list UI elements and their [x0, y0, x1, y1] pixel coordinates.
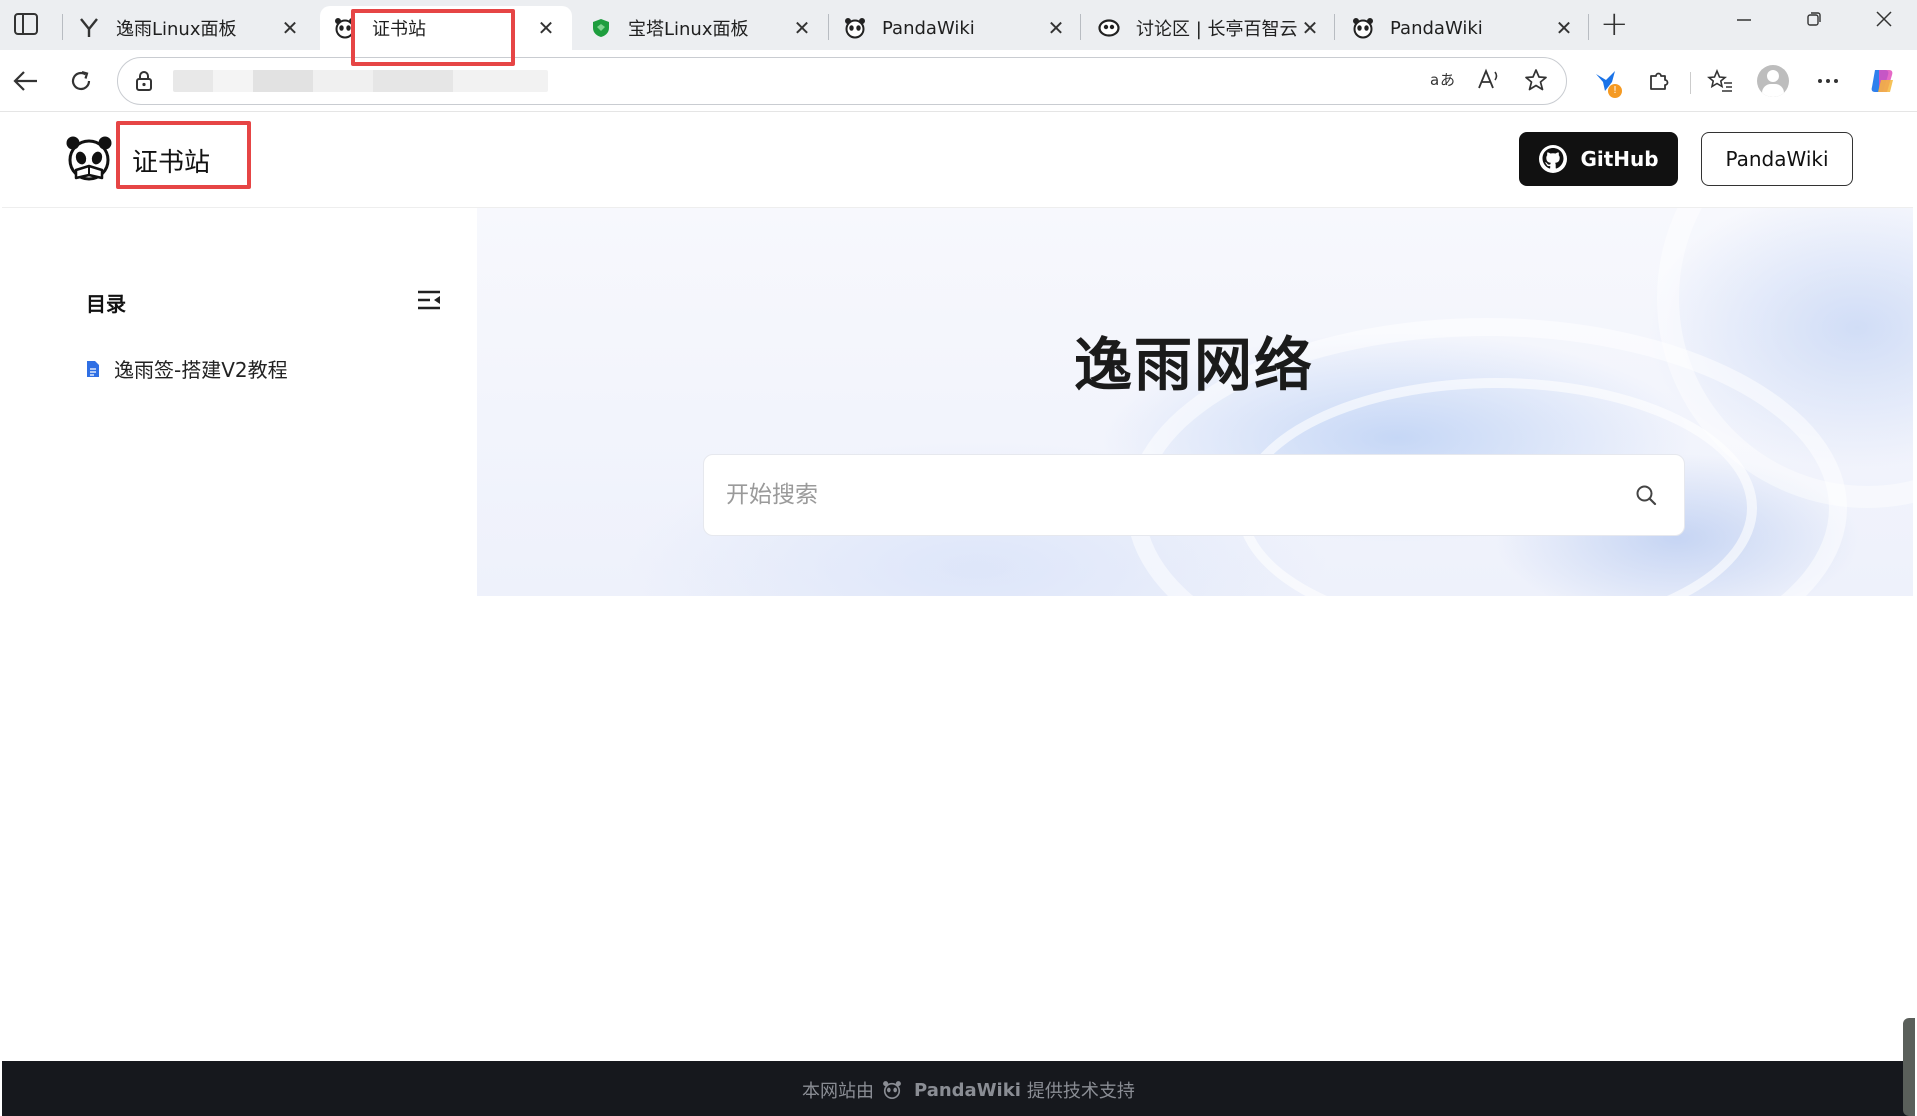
panda-icon — [844, 17, 866, 39]
github-button[interactable]: GitHub — [1519, 132, 1678, 186]
footer-brand-link[interactable]: PandaWiki — [914, 1080, 1021, 1101]
document-icon — [87, 360, 99, 377]
tab-title: PandaWiki — [882, 17, 975, 39]
close-window-icon[interactable] — [1864, 8, 1904, 33]
browser-tab-bar: 逸雨Linux面板 ✕ 证书站 ✕ 宝塔Linux面板 ✕ PandaWiki … — [0, 0, 1917, 50]
favorites-list-icon[interactable] — [1700, 62, 1740, 100]
collapse-menu-icon[interactable] — [416, 288, 442, 312]
close-tab-icon[interactable]: ✕ — [534, 16, 558, 40]
svg-text:あ: あ — [1440, 71, 1455, 89]
toc-title: 目录 — [86, 292, 126, 316]
refresh-icon — [71, 70, 91, 91]
tab-pandawiki-1[interactable]: PandaWiki ✕ — [830, 6, 1082, 50]
site-footer: 本网站由 PandaWiki 提供技术支持 — [2, 1061, 1913, 1116]
tab-title: 讨论区 | 长亭百智云 — [1136, 19, 1298, 40]
restore-icon[interactable] — [1794, 8, 1834, 33]
tab-separator — [1588, 14, 1589, 40]
arrow-left-icon — [13, 71, 37, 91]
footer-credit: 本网站由 PandaWiki 提供技术支持 — [802, 1077, 1135, 1103]
back-button[interactable] — [6, 61, 46, 101]
panda-logo-icon[interactable] — [64, 134, 114, 182]
footer-suffix: 提供技术支持 — [1026, 1081, 1135, 1102]
shield-green-icon — [590, 17, 612, 39]
close-tab-icon[interactable]: ✕ — [790, 16, 814, 40]
minimize-icon[interactable] — [1724, 8, 1764, 33]
search-input[interactable] — [726, 455, 1606, 535]
url-text-blurred[interactable] — [173, 70, 548, 92]
y-logo-icon — [78, 17, 100, 39]
profile-avatar-button[interactable] — [1753, 62, 1793, 100]
translate-icon[interactable]: aあ — [1428, 68, 1458, 96]
more-menu-icon[interactable] — [1808, 62, 1848, 100]
pandawiki-label: PandaWiki — [1725, 147, 1829, 171]
address-bar[interactable]: aあ — [117, 57, 1567, 105]
tab-separator — [1080, 14, 1081, 40]
hero-banner: 逸雨网络 — [477, 208, 1913, 596]
site-header: 证书站 GitHub PandaWiki — [2, 112, 1913, 208]
hero-title: 逸雨网络 — [1074, 331, 1315, 399]
tab-title: 宝塔Linux面板 — [628, 19, 749, 40]
browser-toolbar: aあ ! — [0, 50, 1917, 112]
search-icon[interactable] — [1634, 483, 1658, 507]
search-box[interactable] — [703, 454, 1685, 536]
close-tab-icon[interactable]: ✕ — [1298, 16, 1322, 40]
tab-yiyu-linux[interactable]: 逸雨Linux面板 ✕ — [64, 6, 316, 50]
read-aloud-icon[interactable] — [1474, 68, 1504, 96]
scrollbar-thumb[interactable] — [1903, 1018, 1915, 1116]
tab-zhengshuzhan[interactable]: 证书站 ✕ — [320, 6, 572, 50]
avatar — [1757, 65, 1789, 97]
tab-separator — [1334, 14, 1335, 40]
panda-icon — [883, 1081, 901, 1099]
site-name[interactable]: 证书站 — [132, 142, 210, 179]
tab-separator — [828, 14, 829, 40]
lock-icon[interactable] — [134, 70, 154, 92]
favorite-star-icon[interactable] — [1521, 68, 1551, 98]
tab-discussion[interactable]: 讨论区 | 长亭百智云 ✕ — [1084, 6, 1336, 50]
github-label: GitHub — [1580, 147, 1659, 171]
footer-prefix: 本网站由 — [802, 1081, 874, 1102]
extensions-puzzle-icon[interactable] — [1639, 62, 1679, 100]
notification-badge: ! — [1608, 84, 1622, 98]
close-tab-icon[interactable]: ✕ — [1552, 16, 1576, 40]
refresh-button[interactable] — [61, 61, 101, 101]
pandawiki-button[interactable]: PandaWiki — [1701, 132, 1853, 186]
tab-baota[interactable]: 宝塔Linux面板 ✕ — [576, 6, 828, 50]
tab-separator — [62, 14, 63, 40]
new-tab-button[interactable]: + — [1600, 4, 1629, 44]
github-icon — [1539, 145, 1568, 173]
close-tab-icon[interactable]: ✕ — [1044, 16, 1068, 40]
vertical-tabs-icon[interactable] — [14, 13, 38, 35]
tab-title: PandaWiki — [1390, 17, 1483, 39]
toolbar-separator — [1690, 72, 1691, 94]
tab-title: 逸雨Linux面板 — [116, 19, 237, 40]
copilot-icon[interactable] — [1862, 62, 1902, 100]
tab-title: 证书站 — [372, 19, 426, 40]
toc-item[interactable]: 逸雨签-搭建V2教程 — [86, 354, 288, 383]
eye-icon — [1098, 17, 1120, 39]
svg-text:a: a — [1430, 71, 1439, 89]
tab-pandawiki-2[interactable]: PandaWiki ✕ — [1338, 6, 1590, 50]
extension-bird-icon[interactable]: ! — [1586, 62, 1626, 100]
toc-sidebar: 目录 逸雨签-搭建V2教程 — [86, 288, 442, 382]
toc-item-label: 逸雨签-搭建V2教程 — [114, 358, 288, 382]
panda-icon — [1352, 17, 1374, 39]
panda-icon — [334, 17, 356, 39]
close-tab-icon[interactable]: ✕ — [278, 16, 302, 40]
